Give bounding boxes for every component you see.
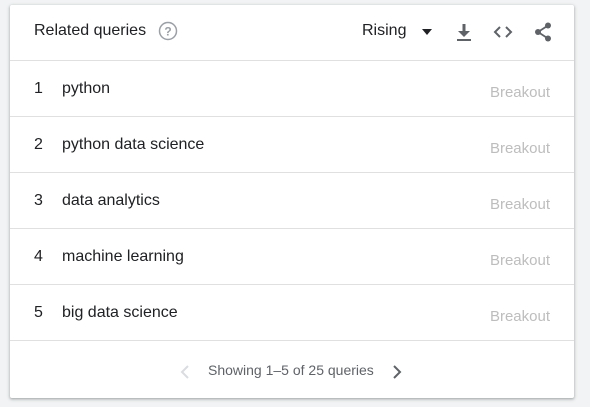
query-text[interactable]: data analytics	[62, 192, 160, 210]
query-text[interactable]: python data science	[62, 136, 204, 154]
list-item[interactable]: 4 machine learning Breakout	[10, 229, 574, 285]
query-text[interactable]: python	[62, 80, 110, 98]
breakout-value: Breakout	[489, 84, 550, 101]
rank-number: 4	[34, 248, 43, 265]
list-item[interactable]: 3 data analytics Breakout	[10, 173, 574, 229]
breakout-value: Breakout	[489, 196, 550, 213]
chevron-right-icon[interactable]	[386, 362, 406, 382]
breakout-value: Breakout	[489, 140, 550, 157]
chevron-left-icon[interactable]	[176, 362, 196, 382]
rank-number: 5	[34, 304, 43, 321]
query-list: 1 python Breakout 2 python data science …	[10, 61, 574, 341]
select-value: Rising	[362, 22, 407, 39]
pagination: Showing 1–5 of 25 queries	[10, 341, 574, 398]
card-header: Related queries ? Rising	[10, 5, 574, 61]
list-item[interactable]: 1 python Breakout	[10, 61, 574, 117]
related-queries-card: Related queries ? Rising 1 python Breako…	[10, 5, 574, 398]
triangle-down-icon	[422, 29, 432, 35]
card-title: Related queries	[34, 22, 147, 39]
share-icon[interactable]	[532, 21, 554, 43]
query-text[interactable]: machine learning	[62, 248, 184, 266]
rank-number: 3	[34, 192, 43, 209]
help-circle-icon[interactable]: ?	[158, 21, 178, 41]
list-item[interactable]: 2 python data science Breakout	[10, 117, 574, 173]
rising-top-select[interactable]: Rising	[360, 16, 440, 48]
breakout-value: Breakout	[489, 252, 550, 269]
rank-number: 2	[34, 136, 43, 153]
list-item[interactable]: 5 big data science Breakout	[10, 285, 574, 341]
pagination-status: Showing 1–5 of 25 queries	[208, 362, 374, 378]
code-embed-icon[interactable]	[492, 21, 514, 43]
download-icon[interactable]	[453, 21, 475, 43]
svg-text:?: ?	[164, 25, 171, 39]
breakout-value: Breakout	[489, 308, 550, 325]
rank-number: 1	[34, 80, 43, 97]
query-text[interactable]: big data science	[62, 304, 178, 322]
